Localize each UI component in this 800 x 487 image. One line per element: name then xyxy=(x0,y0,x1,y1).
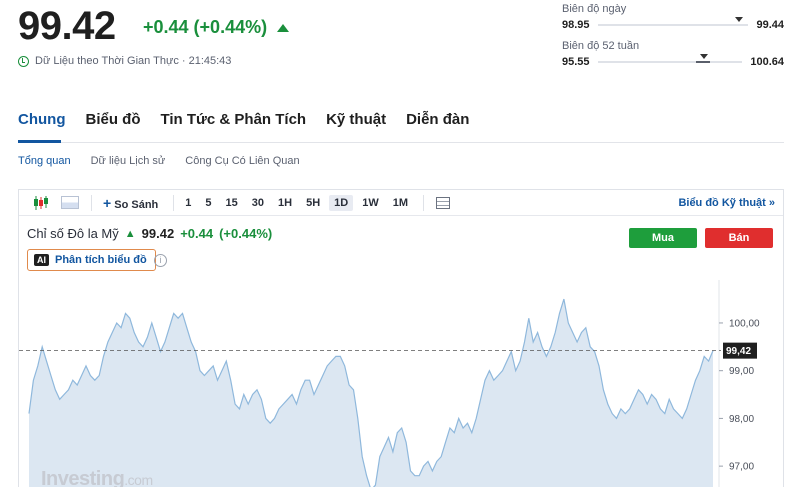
interval-5[interactable]: 5 xyxy=(200,195,216,211)
buy-button[interactable]: Mua xyxy=(629,228,697,248)
compare-label: So Sánh xyxy=(114,198,159,211)
interval-1m[interactable]: 1M xyxy=(388,195,413,211)
up-arrow-icon: ▲ xyxy=(124,227,136,240)
interval-1[interactable]: 1 xyxy=(180,195,196,211)
toolbar-divider xyxy=(91,194,92,211)
year-range-fill xyxy=(695,61,710,63)
tab-bieu-do[interactable]: Biểu đồ xyxy=(85,111,140,128)
year-range: Biên độ 52 tuần 95.55 100.64 xyxy=(562,40,784,68)
interval-1d[interactable]: 1D xyxy=(329,194,354,211)
price-change-text: +0.44 (+0.44%) xyxy=(143,17,268,37)
ai-badge: AI xyxy=(34,254,49,266)
price-chart[interactable]: 100,00 99,00 98,00 97,00 99,42 xyxy=(19,280,785,487)
tab-chung[interactable]: Chung xyxy=(18,111,65,128)
year-range-low: 95.55 xyxy=(562,56,590,68)
price-change: +0.44 (+0.44%) xyxy=(143,17,290,38)
compare-button[interactable]: + So Sánh xyxy=(98,193,163,213)
table-icon[interactable] xyxy=(435,196,450,209)
watermark-brand: Investing xyxy=(41,468,125,487)
area-chart-icon[interactable] xyxy=(61,196,79,209)
year-range-bar xyxy=(597,54,743,63)
daily-range-high: 99.44 xyxy=(756,19,784,31)
toolbar-divider xyxy=(422,194,424,211)
sub-tabs: Tổng quan Dữ liệu Lịch sử Công Cụ Có Liê… xyxy=(18,155,300,167)
plus-icon: + xyxy=(103,194,112,211)
tabs-divider xyxy=(18,142,784,143)
interval-1w[interactable]: 1W xyxy=(357,195,384,211)
instrument-price: 99.42 xyxy=(141,226,175,241)
toolbar-divider xyxy=(173,194,175,211)
year-range-marker xyxy=(699,54,708,59)
price-area xyxy=(29,299,713,487)
daily-range-label: Biên độ ngày xyxy=(562,3,627,15)
chart-toolbar: + So Sánh 1 5 15 30 1H 5H 1D 1W 1M Biểu … xyxy=(19,190,783,216)
current-price-label: 99,42 xyxy=(726,346,751,357)
price-main: 99.42 xyxy=(18,4,116,48)
y-tick-label: 100,00 xyxy=(729,318,760,329)
interval-1h[interactable]: 1H xyxy=(273,195,297,211)
year-range-label: Biên độ 52 tuần xyxy=(562,40,640,52)
main-tabs: Chung Biểu đồ Tin Tức & Phân Tích Kỹ thu… xyxy=(18,111,469,128)
sell-button[interactable]: Bán xyxy=(705,228,773,248)
tab-dien-dan[interactable]: Diễn đàn xyxy=(406,111,469,128)
tab-ky-thuat[interactable]: Kỹ thuật xyxy=(326,111,386,128)
clock-icon xyxy=(18,55,29,67)
watermark-suffix: .com xyxy=(124,472,153,487)
realtime-text: Dữ Liệu theo Thời Gian Thực · 21:45:43 xyxy=(35,55,232,67)
instrument-name: Chỉ số Đô la Mỹ xyxy=(27,226,119,241)
year-range-high: 100.64 xyxy=(750,56,784,68)
up-arrow-icon xyxy=(277,23,290,32)
y-tick-label: 99,00 xyxy=(729,366,754,377)
daily-range-marker xyxy=(734,17,743,22)
realtime-info: Dữ Liệu theo Thời Gian Thực · 21:45:43 xyxy=(18,55,231,67)
daily-range-low: 98.95 xyxy=(562,19,590,31)
interval-15[interactable]: 15 xyxy=(221,195,243,211)
info-icon[interactable]: i xyxy=(154,254,167,267)
interval-30[interactable]: 30 xyxy=(247,195,269,211)
instrument-change-pct: (+0.44%) xyxy=(219,226,273,241)
instrument-row: Chỉ số Đô la Mỹ ▲ 99.42 +0.44 (+0.44%) xyxy=(27,226,272,241)
subtab-tools[interactable]: Công Cụ Có Liên Quan xyxy=(185,155,299,167)
chart-card: + So Sánh 1 5 15 30 1H 5H 1D 1W 1M Biểu … xyxy=(18,189,784,487)
active-tab-indicator xyxy=(18,140,61,143)
subtab-overview[interactable]: Tổng quan xyxy=(18,155,71,167)
ai-chart-analysis-button[interactable]: AI Phân tích biểu đồ xyxy=(27,249,156,271)
instrument-change: +0.44 xyxy=(180,226,214,241)
interval-5h[interactable]: 5H xyxy=(301,195,325,211)
technical-chart-link[interactable]: Biểu đồ Kỹ thuật » xyxy=(678,197,775,209)
tab-tin-tuc[interactable]: Tin Tức & Phân Tích xyxy=(160,111,306,128)
candlestick-icon[interactable] xyxy=(33,195,49,210)
subtab-history[interactable]: Dữ liệu Lịch sử xyxy=(91,155,166,167)
daily-range: Biên độ ngày 98.95 99.44 xyxy=(562,3,784,31)
y-tick-label: 98,00 xyxy=(729,414,754,425)
ai-button-label: Phân tích biểu đồ xyxy=(55,254,147,266)
y-tick-label: 97,00 xyxy=(729,462,754,473)
investing-watermark: Investing.com xyxy=(41,468,153,487)
daily-range-bar xyxy=(597,17,749,26)
